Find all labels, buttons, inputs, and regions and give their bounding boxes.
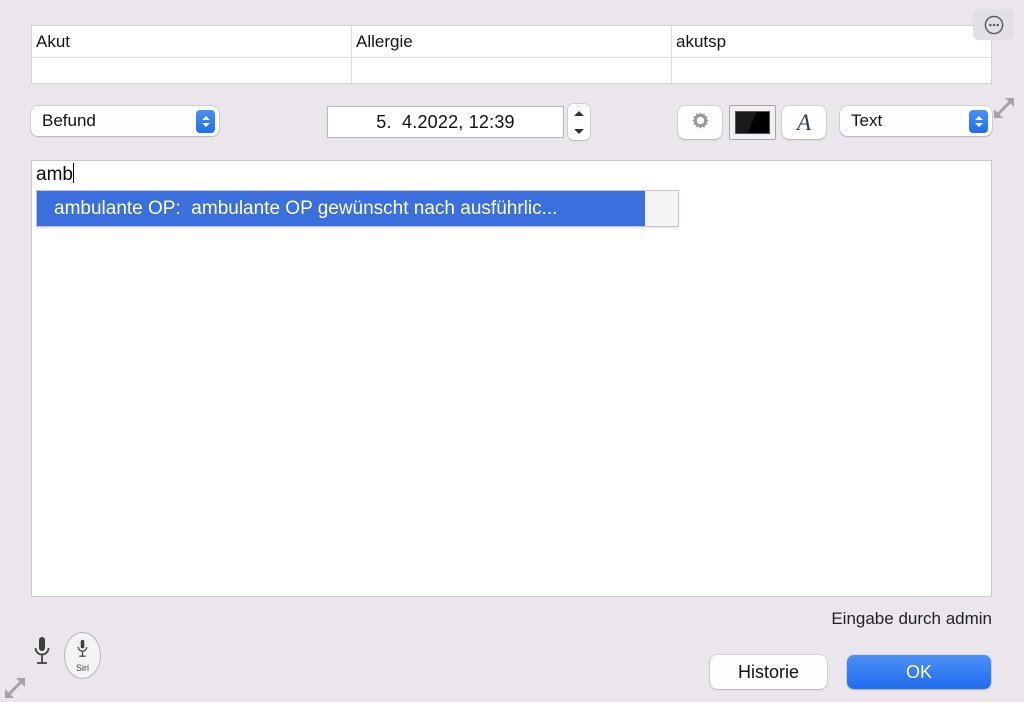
- date-stepper[interactable]: [568, 104, 590, 140]
- date-stepper-up[interactable]: [568, 104, 590, 122]
- siri-label: Siri: [76, 663, 89, 673]
- cell-akut-value[interactable]: [32, 58, 352, 84]
- editor-typed-text-wrap: amb: [36, 163, 75, 186]
- text-caret: [72, 163, 75, 183]
- findings-text-editor[interactable]: amb ambulante OP: ambulante OP gewünscht…: [31, 160, 992, 597]
- ok-button[interactable]: OK: [847, 655, 991, 689]
- history-button[interactable]: Historie: [710, 655, 827, 689]
- table-value-row: [32, 57, 991, 84]
- dictation-microphone-button[interactable]: [30, 634, 54, 675]
- siri-dictation-button[interactable]: Siri: [64, 632, 101, 679]
- entry-author-note: Eingabe durch admin: [831, 609, 992, 628]
- chevron-up-down-icon: [196, 109, 215, 133]
- style-popup-button[interactable]: Text: [840, 106, 992, 136]
- color-swatch-icon: [735, 111, 770, 134]
- column-header-akut[interactable]: Akut: [32, 26, 352, 57]
- resize-handle-top-right[interactable]: [992, 96, 1016, 125]
- date-stepper-down[interactable]: [568, 122, 590, 140]
- date-time-value: 5. 4.2022, 12:39: [376, 111, 515, 132]
- ellipsis-circle-icon: [983, 14, 1005, 36]
- table-header-row: Akut Allergie akutsp: [32, 26, 991, 57]
- text-color-well[interactable]: [729, 105, 776, 140]
- column-header-allergie[interactable]: Allergie: [352, 26, 672, 57]
- column-header-akutsp[interactable]: akutsp: [672, 26, 991, 57]
- category-popup-button[interactable]: Befund: [31, 106, 219, 136]
- attribute-table: Akut Allergie akutsp: [31, 25, 992, 84]
- more-options-button[interactable]: [973, 9, 1014, 40]
- autocomplete-popup[interactable]: ambulante OP: ambulante OP gewünscht nac…: [36, 190, 679, 227]
- autocomplete-item-selected[interactable]: ambulante OP: ambulante OP gewünscht nac…: [37, 191, 645, 226]
- microphone-icon: [77, 639, 88, 657]
- resize-handle-bottom-left[interactable]: [3, 676, 27, 702]
- resize-diagonal-icon: [5, 678, 25, 698]
- category-popup-label: Befund: [42, 111, 96, 130]
- font-panel-button[interactable]: A: [782, 106, 826, 139]
- microphone-icon: [34, 637, 50, 664]
- italic-a-icon: A: [796, 110, 812, 135]
- chevron-up-down-icon: [969, 109, 988, 133]
- editor-toolbar: Befund 5. 4.2022, 12:39 A Text: [0, 100, 1024, 150]
- resize-diagonal-icon: [994, 98, 1014, 118]
- date-time-field[interactable]: 5. 4.2022, 12:39: [327, 106, 564, 138]
- cell-akutsp-value[interactable]: [672, 58, 991, 84]
- editor-typed-text: amb: [36, 164, 73, 185]
- settings-gear-button[interactable]: [678, 106, 722, 139]
- cell-allergie-value[interactable]: [352, 58, 672, 84]
- gear-icon: [688, 108, 713, 138]
- style-popup-label: Text: [851, 111, 883, 130]
